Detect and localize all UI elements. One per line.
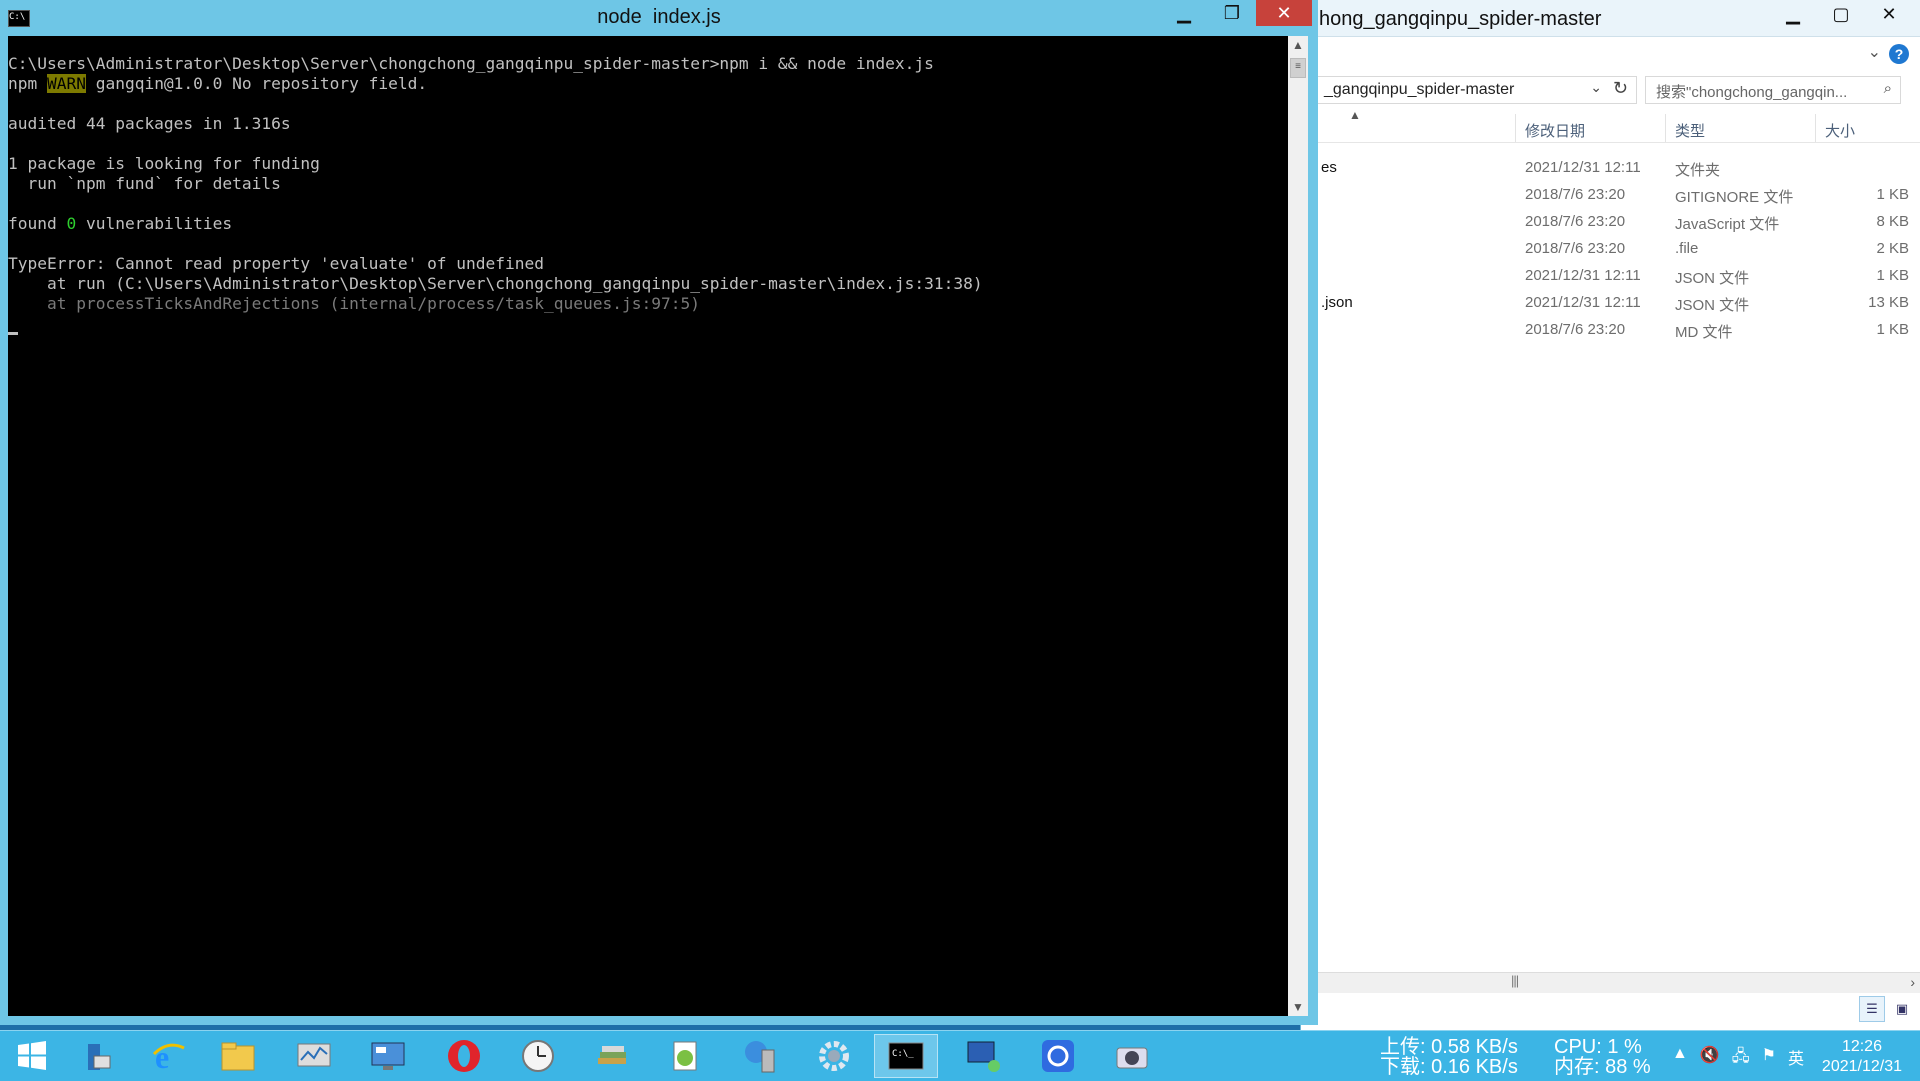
text-cursor (8, 332, 18, 335)
system-tray: ▲ 🔇 🖧 ⚑ 英 (1672, 1045, 1804, 1072)
remote-desktop-icon[interactable] (356, 1034, 420, 1078)
clock-time: 12:26 (1841, 1038, 1882, 1055)
ribbon-row: ⌄ ? (1301, 36, 1920, 70)
maximize-button[interactable]: ▢ (1817, 0, 1865, 28)
upload-speed: 上传: 0.58 KB/s (1380, 1036, 1518, 1058)
list-item[interactable]: 2018/7/6 23:20 MD 文件 1 KB (1301, 316, 1920, 343)
file-list: es 2021/12/31 12:11 文件夹 2018/7/6 23:20 G… (1301, 154, 1920, 343)
volume-muted-icon[interactable]: 🔇 (1700, 1045, 1720, 1072)
close-button[interactable]: ✕ (1865, 0, 1913, 28)
sync-app-icon[interactable] (1026, 1034, 1090, 1078)
list-item[interactable]: es 2021/12/31 12:11 文件夹 (1301, 154, 1920, 181)
cpu-usage: CPU: 1 % (1554, 1036, 1642, 1058)
vertical-scrollbar[interactable]: ▲ ≡ ▼ (1288, 36, 1308, 1016)
terminal-line: 1 package is looking for funding (8, 154, 320, 173)
column-header: ▲ 修改日期 类型 大小 (1301, 108, 1920, 143)
terminal-output[interactable]: C:\Users\Administrator\Desktop\Server\ch… (8, 36, 1288, 1016)
svg-text:C:\_: C:\_ (892, 1049, 914, 1059)
terminal-line: at run (C:\Users\Administrator\Desktop\S… (8, 274, 983, 293)
memory-usage: 内存: 88 % (1554, 1056, 1651, 1078)
scroll-grip-icon: ||| (1511, 973, 1519, 988)
file-explorer-icon[interactable] (206, 1034, 270, 1078)
sort-ascending-icon: ▲ (1349, 108, 1361, 122)
address-bar[interactable]: _gangqinpu_spider-master ⌄ ↻ (1313, 76, 1637, 104)
explorer-title: hong_gangqinpu_spider-master (1319, 8, 1602, 30)
file-explorer-window: hong_gangqinpu_spider-master ▁ ▢ ✕ ⌄ ? _… (1300, 0, 1920, 1030)
restore-button[interactable]: ❐ (1208, 0, 1256, 26)
address-path: _gangqinpu_spider-master (1324, 81, 1515, 98)
camera-app-icon[interactable] (1100, 1034, 1164, 1078)
explorer-titlebar[interactable]: hong_gangqinpu_spider-master ▁ ▢ ✕ (1301, 0, 1920, 37)
network-speed: 上传: 0.58 KB/s 下载: 0.16 KB/s (1380, 1037, 1518, 1077)
column-size[interactable]: 大小 (1825, 120, 1855, 141)
console-window: C:\ node index.js ▁ ❐ ✕ C:\Users\Adminis… (0, 0, 1318, 1025)
warn-badge: WARN (46, 74, 86, 93)
list-item[interactable]: .json 2021/12/31 12:11 JSON 文件 13 KB (1301, 289, 1920, 316)
command-prompt-icon[interactable]: C:\_ (874, 1034, 938, 1078)
performance-monitor-icon[interactable] (282, 1034, 346, 1078)
taskbar: e C:\_ 上传: 0.58 KB/s 下载: 0.16 KB/s CPU: … (0, 1030, 1920, 1081)
console-titlebar[interactable]: C:\ node index.js ▁ ❐ ✕ (0, 0, 1318, 36)
input-method-indicator[interactable]: 英 (1788, 1045, 1804, 1072)
settings-gear-icon[interactable] (802, 1034, 866, 1078)
download-speed: 下载: 0.16 KB/s (1380, 1056, 1518, 1078)
close-button[interactable]: ✕ (1256, 0, 1312, 26)
archive-books-icon[interactable] (580, 1034, 644, 1078)
search-input[interactable]: 搜索"chongchong_gangqin... ⌕ (1645, 76, 1901, 104)
internet-explorer-icon[interactable]: e (136, 1034, 200, 1078)
clock-date: 2021/12/31 (1821, 1058, 1902, 1075)
help-icon[interactable]: ? (1889, 44, 1909, 64)
list-item[interactable]: 2018/7/6 23:20 JavaScript 文件 8 KB (1301, 208, 1920, 235)
list-item[interactable]: 2021/12/31 12:11 JSON 文件 1 KB (1301, 262, 1920, 289)
terminal-warn-line: npm WARN gangqin@1.0.0 No repository fie… (8, 74, 428, 93)
vulnerability-count: 0 (66, 214, 77, 233)
chevron-down-icon[interactable]: ⌄ (1590, 79, 1602, 96)
column-date[interactable]: 修改日期 (1525, 120, 1585, 141)
terminal-line: run `npm fund` for details (8, 174, 281, 193)
list-item[interactable]: 2018/7/6 23:20 .file 2 KB (1301, 235, 1920, 262)
scroll-right-icon[interactable]: › (1910, 974, 1915, 990)
column-type[interactable]: 类型 (1675, 120, 1705, 141)
clock-app-icon[interactable] (506, 1034, 570, 1078)
system-usage: CPU: 1 % 内存: 88 % (1554, 1037, 1651, 1077)
svg-text:e: e (155, 1039, 169, 1074)
scroll-up-icon[interactable]: ▲ (1292, 38, 1304, 52)
horizontal-scrollbar[interactable]: ||| › (1301, 972, 1920, 993)
scroll-thumb[interactable]: ≡ (1290, 58, 1306, 78)
minimize-button[interactable]: ▁ (1769, 0, 1817, 28)
start-button[interactable] (0, 1034, 64, 1078)
terminal-line: TypeError: Cannot read property 'evaluat… (8, 254, 545, 273)
terminal-line: audited 44 packages in 1.316s (8, 114, 291, 133)
search-placeholder: 搜索"chongchong_gangqin... (1656, 84, 1848, 101)
system-clock[interactable]: 12:26 2021/12/31 (1822, 1037, 1902, 1077)
expand-ribbon-icon[interactable]: ⌄ (1868, 42, 1881, 62)
refresh-icon[interactable]: ↻ (1613, 78, 1628, 99)
show-hidden-icons-icon[interactable]: ▲ (1672, 1045, 1688, 1072)
notepad-plus-icon[interactable] (654, 1034, 718, 1078)
details-view-icon[interactable]: ☰ (1859, 996, 1885, 1022)
terminal-line: at processTicksAndRejections (internal/p… (8, 294, 700, 313)
action-center-flag-icon[interactable]: ⚑ (1762, 1045, 1776, 1072)
large-icons-view-icon[interactable]: ▣ (1889, 996, 1915, 1022)
minimize-button[interactable]: ▁ (1160, 0, 1208, 26)
console-title: node index.js (597, 6, 721, 28)
scroll-down-icon[interactable]: ▼ (1292, 1000, 1304, 1014)
windows-logo-icon (18, 1041, 46, 1070)
server-manager-icon[interactable] (66, 1034, 130, 1078)
opera-browser-icon[interactable] (432, 1034, 496, 1078)
search-icon[interactable]: ⌕ (1884, 80, 1892, 97)
list-item[interactable]: 2018/7/6 23:20 GITIGNORE 文件 1 KB (1301, 181, 1920, 208)
network-icon[interactable]: 🖧 (1732, 1045, 1750, 1072)
network-server-icon[interactable] (728, 1034, 792, 1078)
remote-connection-icon[interactable] (952, 1034, 1016, 1078)
terminal-line: C:\Users\Administrator\Desktop\Server\ch… (8, 54, 934, 73)
terminal-found-line: found 0 vulnerabilities (8, 214, 233, 233)
